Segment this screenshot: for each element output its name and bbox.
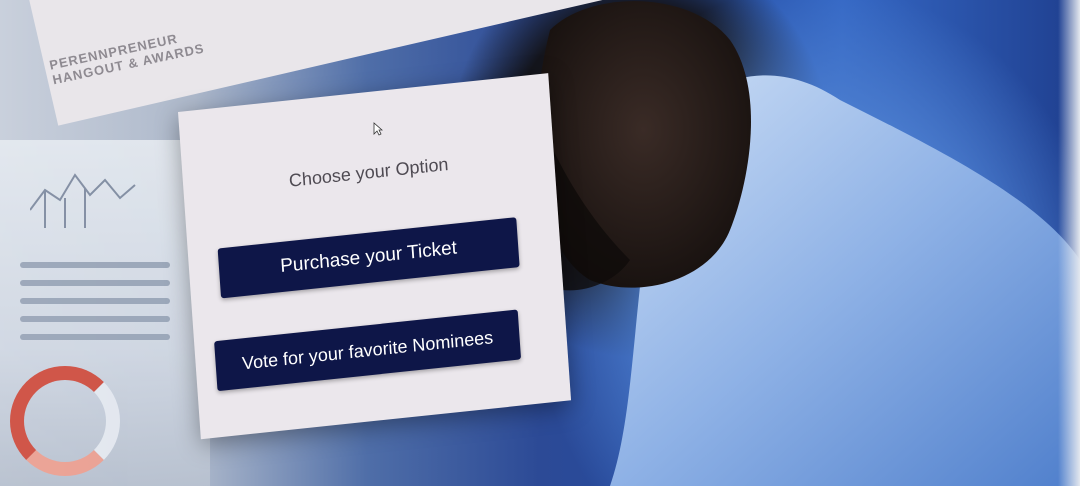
purchase-ticket-button[interactable]: Purchase your Ticket xyxy=(217,217,520,299)
dashboard-row xyxy=(20,280,170,286)
mouse-pointer-icon xyxy=(373,122,383,136)
dashboard-row xyxy=(20,262,170,268)
modal-title: Choose your Option xyxy=(288,154,450,191)
monitor-bezel xyxy=(1058,0,1080,486)
dashboard-row xyxy=(20,298,170,304)
dashboard-illustration xyxy=(0,140,210,486)
vote-nominees-button[interactable]: Vote for your favorite Nominees xyxy=(214,309,522,392)
line-chart-graphic xyxy=(30,173,136,228)
browser-viewport: PERENNPRENEUR HANGOUT & AWARDS Choose yo… xyxy=(0,0,1080,486)
person-photo xyxy=(535,1,1080,486)
dashboard-row xyxy=(20,316,170,322)
dashboard-rows xyxy=(20,250,170,352)
donut-chart-graphic xyxy=(10,366,120,476)
photo-frame: PERENNPRENEUR HANGOUT & AWARDS Choose yo… xyxy=(0,0,1080,486)
dashboard-row xyxy=(20,334,170,340)
